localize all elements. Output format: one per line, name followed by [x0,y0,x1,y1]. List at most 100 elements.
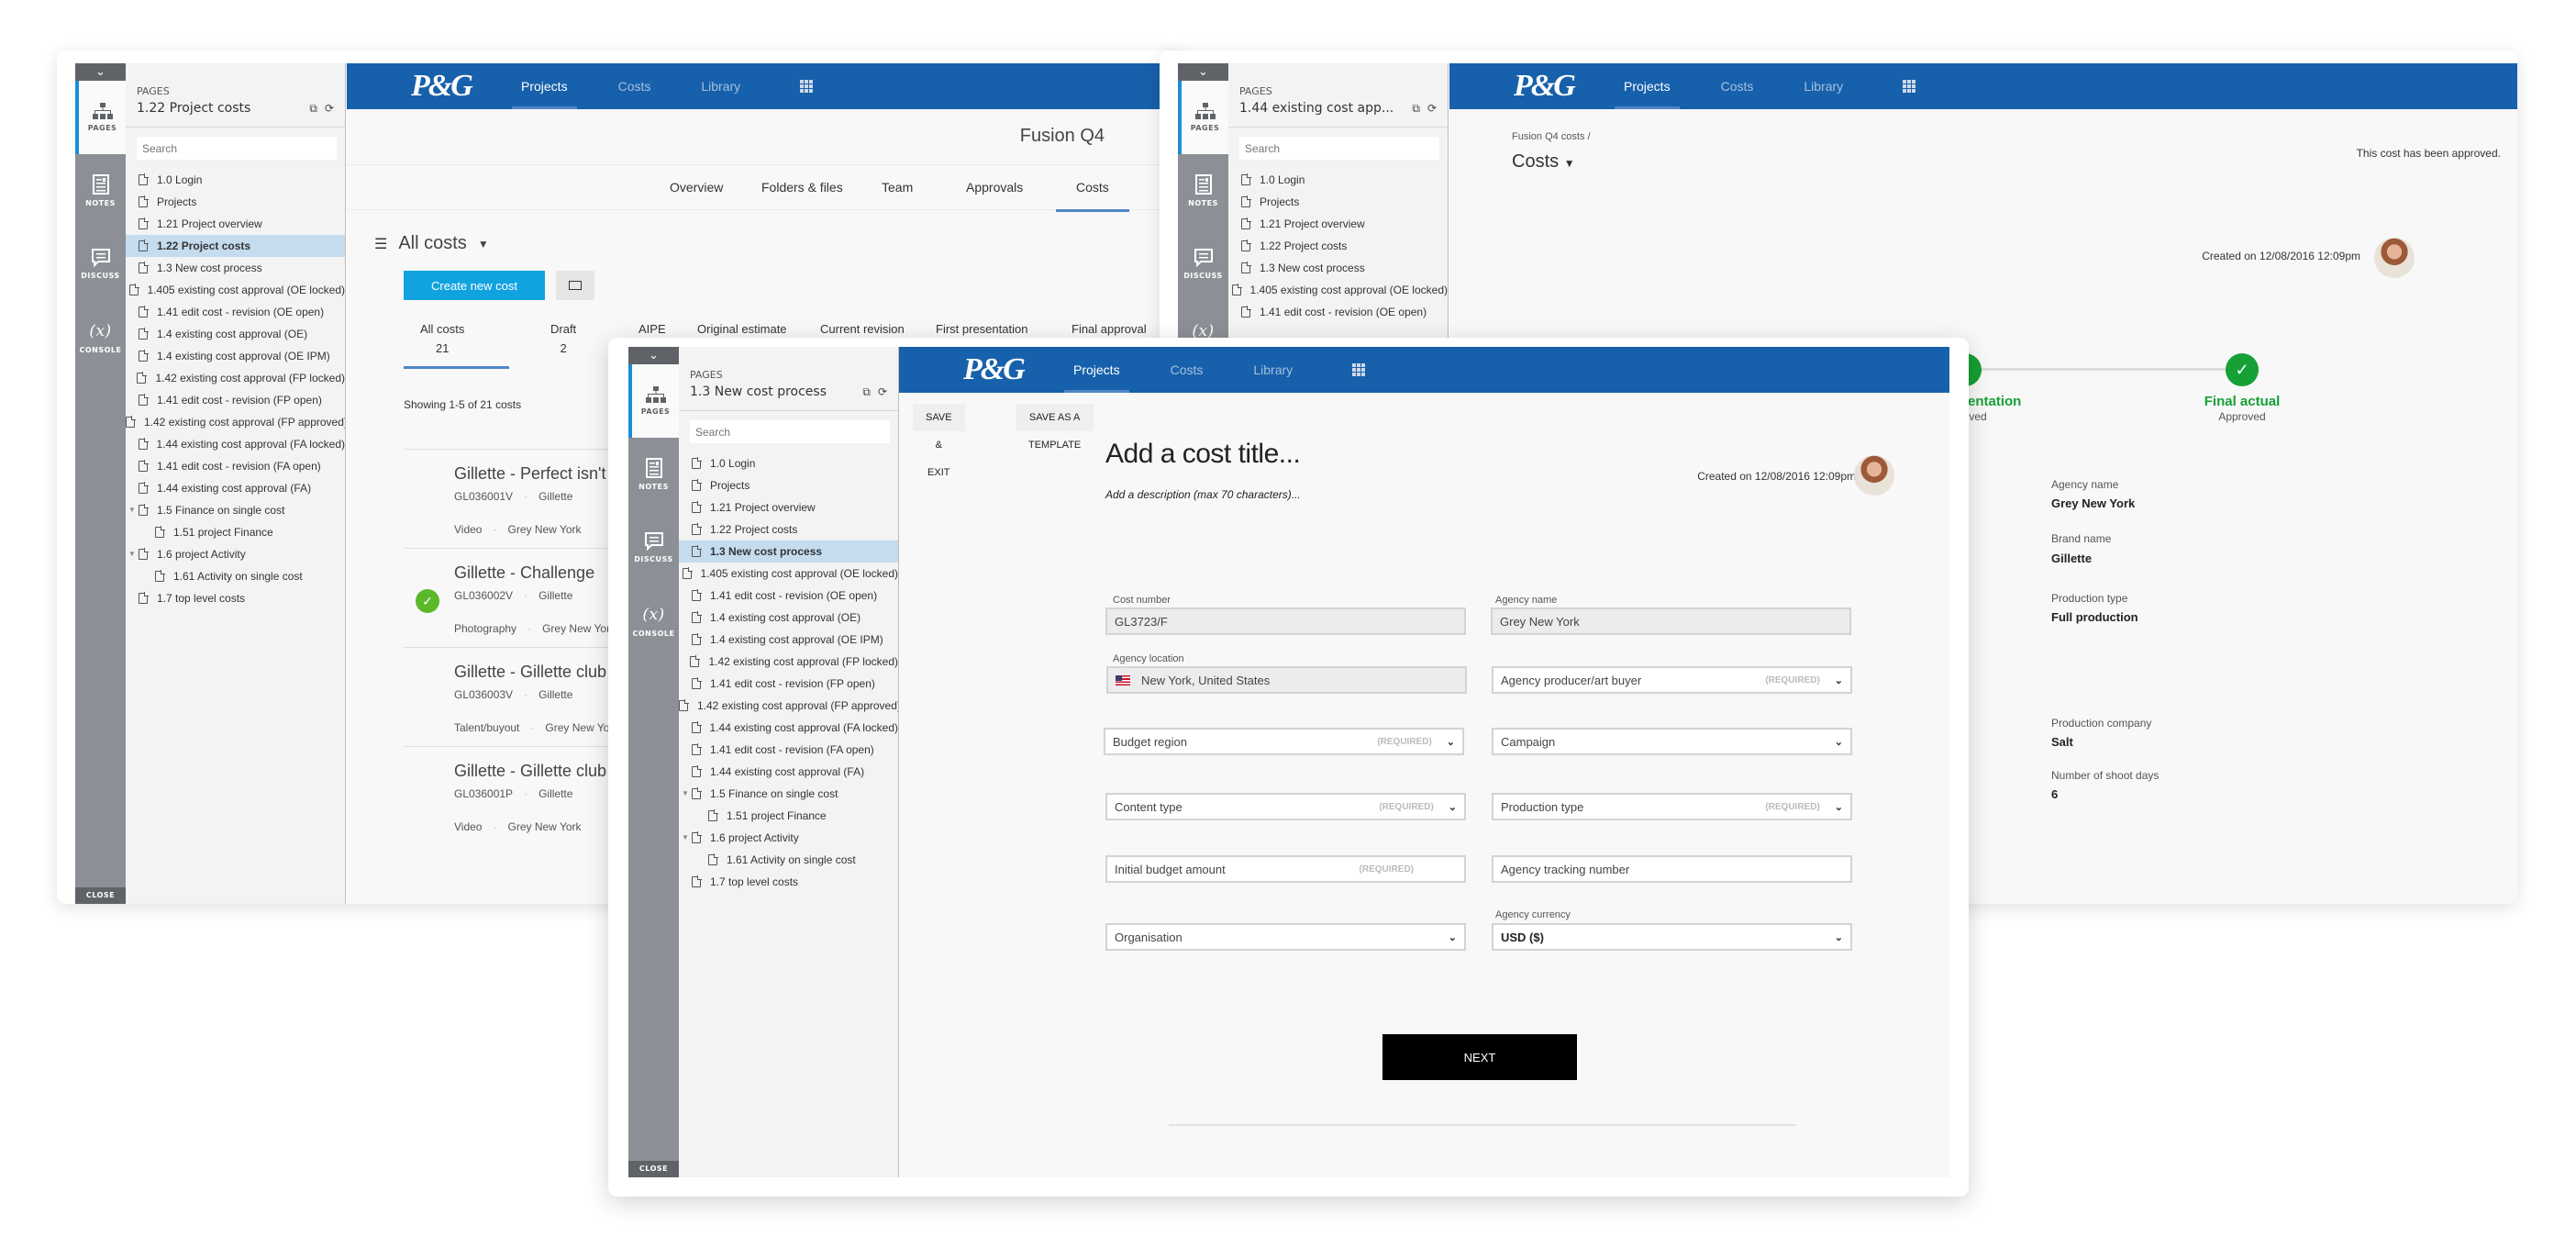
collapse-toggle[interactable]: ⌄ [75,63,126,81]
expand-triangle-icon[interactable]: ▼ [126,543,139,565]
cost-description-input[interactable]: Add a description (max 70 characters)... [1105,488,1301,501]
rail-pages[interactable]: PAGES [75,81,126,154]
content-type-select[interactable]: Content type (REQUIRED) ⌄ [1105,793,1466,820]
campaign-select[interactable]: Campaign ⌄ [1492,728,1852,755]
pointer-icon[interactable]: ⟳ [878,385,887,399]
pg-logo[interactable]: P&G [1514,69,1624,104]
page-tree-item[interactable]: 1.41 edit cost - revision (OE open) [126,301,345,323]
page-tree-item[interactable]: 1.41 edit cost - revision (FP open) [126,389,345,411]
initial-budget-input[interactable]: Initial budget amount (REQUIRED) [1105,855,1466,883]
page-tree-item[interactable]: 1.44 existing cost approval (FA) [126,477,345,499]
stat-final-approval[interactable]: Final approval [1071,322,1147,336]
page-tree-item[interactable]: 1.0 Login [126,169,345,191]
next-button[interactable]: NEXT [1382,1034,1577,1080]
page-tree-item[interactable]: 1.21 Project overview [679,496,898,518]
page-tree-item[interactable]: 1.22 Project costs [1228,235,1448,257]
rail-notes[interactable]: NOTES [75,154,126,228]
expand-triangle-icon[interactable]: ▼ [126,499,139,521]
page-tree-item[interactable]: ▼ 1.6 project Activity [126,543,345,565]
nav-projects[interactable]: Projects [1615,63,1680,109]
page-tree-item[interactable]: 1.21 Project overview [1228,213,1448,235]
stat-current-revision[interactable]: Current revision [820,322,905,336]
page-tree-item[interactable]: 1.3 New cost process [1228,257,1448,279]
page-tree-item[interactable]: 1.41 edit cost - revision (FA open) [126,455,345,477]
tab-approvals[interactable]: Approvals [966,180,1023,195]
pg-logo[interactable]: P&G [411,69,521,104]
costs-dropdown[interactable]: Costs ▼ [1512,151,1575,173]
nav-library[interactable]: Library [1253,347,1293,393]
external-link-icon[interactable]: ⧉ [862,385,871,399]
page-tree-item[interactable]: 1.7 top level costs [679,871,898,893]
pointer-icon[interactable]: ⟳ [1427,102,1437,116]
nav-projects[interactable]: Projects [1064,347,1129,393]
apps-grid-icon[interactable] [800,80,814,93]
page-tree-item[interactable]: 1.61 Activity on single cost [679,849,898,871]
stat-draft[interactable]: Draft 2 [550,322,576,355]
pointer-icon[interactable]: ⟳ [325,102,334,116]
page-tree-item[interactable]: 1.61 Activity on single cost [126,565,345,587]
pages-search-input[interactable] [137,137,337,160]
page-tree-item[interactable]: 1.42 existing cost approval (FP locked) [126,367,345,389]
organisation-select[interactable]: Organisation ⌄ [1105,923,1466,951]
tab-costs[interactable]: Costs [1056,180,1129,212]
page-tree-item[interactable]: 1.0 Login [679,452,898,474]
rail-discuss[interactable]: DISCUSS [75,228,126,301]
rail-notes[interactable]: NOTES [1178,154,1228,228]
page-tree-item[interactable]: 1.0 Login [1228,169,1448,191]
template-button[interactable] [556,271,594,300]
page-tree-item[interactable]: ▼ 1.6 project Activity [679,827,898,849]
nav-costs[interactable]: Costs [618,63,651,109]
nav-projects[interactable]: Projects [512,63,577,109]
budget-region-select[interactable]: Budget region (REQUIRED) ⌄ [1104,728,1464,755]
agency-producer-select[interactable]: Agency producer/art buyer (REQUIRED) ⌄ [1492,666,1852,694]
stat-all-costs[interactable]: All costs 21 [420,322,464,355]
page-tree-item[interactable]: 1.22 Project costs [679,518,898,540]
page-tree-item[interactable]: 1.21 Project overview [126,213,345,235]
pages-search-input[interactable] [1239,137,1439,160]
breadcrumb[interactable]: Fusion Q4 costs / [1512,131,1591,142]
production-type-select[interactable]: Production type (REQUIRED) ⌄ [1492,793,1852,820]
all-costs-dropdown[interactable]: ☰ All costs ▼ [374,233,489,254]
cost-title-input[interactable]: Add a cost title... [1105,439,1301,470]
tab-folders-files[interactable]: Folders & files [761,180,843,195]
rail-notes[interactable]: NOTES [628,438,679,511]
collapse-toggle[interactable]: ⌄ [628,347,679,364]
close-button[interactable]: CLOSE [75,887,126,904]
page-tree-item[interactable]: ▼ 1.5 Finance on single cost [679,783,898,805]
rail-console[interactable]: (x) CONSOLE [628,585,679,658]
stat-original-estimate[interactable]: Original estimate [697,322,787,336]
page-tree-item[interactable]: 1.4 existing cost approval (OE) [126,323,345,345]
page-tree-item[interactable]: 1.41 edit cost - revision (OE open) [1228,301,1448,323]
page-tree-item[interactable]: 1.4 existing cost approval (OE IPM) [679,629,898,651]
page-tree-item[interactable]: 1.7 top level costs [126,587,345,609]
page-tree-item[interactable]: Projects [679,474,898,496]
rail-pages[interactable]: PAGES [1178,81,1228,154]
save-exit-button[interactable]: SAVE & EXIT [913,404,965,478]
expand-triangle-icon[interactable]: ▼ [679,827,692,849]
rail-discuss[interactable]: DISCUSS [1178,228,1228,301]
page-tree-item[interactable]: 1.41 edit cost - revision (OE open) [679,585,898,607]
page-tree-item[interactable]: 1.41 edit cost - revision (FA open) [679,739,898,761]
page-tree-item[interactable]: 1.42 existing cost approval (FP approved… [126,411,345,433]
create-new-cost-button[interactable]: Create new cost [404,271,545,300]
page-tree-item[interactable]: 1.44 existing cost approval (FA) [679,761,898,783]
tab-team[interactable]: Team [882,180,913,195]
page-tree-item[interactable]: 1.51 project Finance [126,521,345,543]
stat-aipe[interactable]: AIPE [638,322,666,336]
close-button[interactable]: CLOSE [628,1161,679,1177]
page-tree-item[interactable]: 1.42 existing cost approval (FP approved… [679,695,898,717]
user-avatar[interactable] [2374,238,2415,278]
rail-discuss[interactable]: DISCUSS [628,511,679,585]
page-tree-item[interactable]: 1.405 existing cost approval (OE locked) [679,563,898,585]
page-tree-item[interactable]: 1.44 existing cost approval (FA locked) [679,717,898,739]
agency-currency-select[interactable]: USD ($) ⌄ [1492,923,1852,951]
apps-grid-icon[interactable] [1903,80,1916,93]
stat-first-presentation[interactable]: First presentation [936,322,1027,336]
page-tree-item[interactable]: 1.405 existing cost approval (OE locked) [1228,279,1448,301]
rail-console[interactable]: (x) CONSOLE [75,301,126,374]
rail-pages[interactable]: PAGES [628,364,679,438]
page-tree-item[interactable]: 1.22 Project costs [126,235,345,257]
external-link-icon[interactable]: ⧉ [1412,102,1420,116]
page-tree-item[interactable]: 1.4 existing cost approval (OE IPM) [126,345,345,367]
page-tree-item[interactable]: 1.44 existing cost approval (FA locked) [126,433,345,455]
